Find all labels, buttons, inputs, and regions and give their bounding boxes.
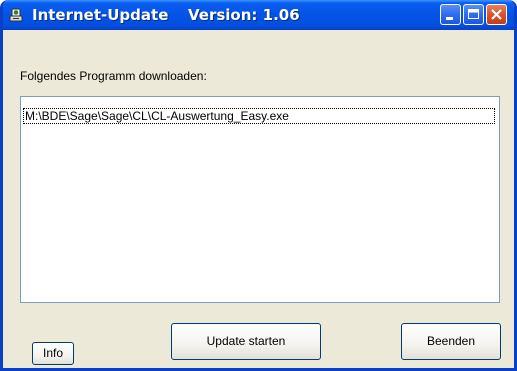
update-app-icon xyxy=(8,7,24,23)
info-button[interactable]: Info xyxy=(32,342,74,365)
close-icon xyxy=(491,9,502,20)
update-start-button[interactable]: Update starten xyxy=(171,323,321,360)
maximize-icon xyxy=(468,9,479,19)
close-button[interactable] xyxy=(486,4,507,25)
minimize-icon xyxy=(446,17,453,20)
title-bar[interactable]: Internet-Update Version: 1.06 xyxy=(3,0,514,30)
window-title: Internet-Update xyxy=(32,6,169,24)
download-file-list[interactable]: M:\BDE\Sage\Sage\CL\CL-Auswertung_Easy.e… xyxy=(20,96,500,303)
window-version: Version: 1.06 xyxy=(188,6,300,24)
list-item[interactable]: M:\BDE\Sage\Sage\CL\CL-Auswertung_Easy.e… xyxy=(23,108,495,124)
maximize-button[interactable] xyxy=(463,4,484,25)
download-prompt-label: Folgendes Programm downloaden: xyxy=(20,69,207,83)
update-window: Internet-Update Version: 1.06 Folgendes … xyxy=(0,0,517,371)
minimize-button[interactable] xyxy=(440,4,461,25)
exit-button[interactable]: Beenden xyxy=(401,323,501,360)
